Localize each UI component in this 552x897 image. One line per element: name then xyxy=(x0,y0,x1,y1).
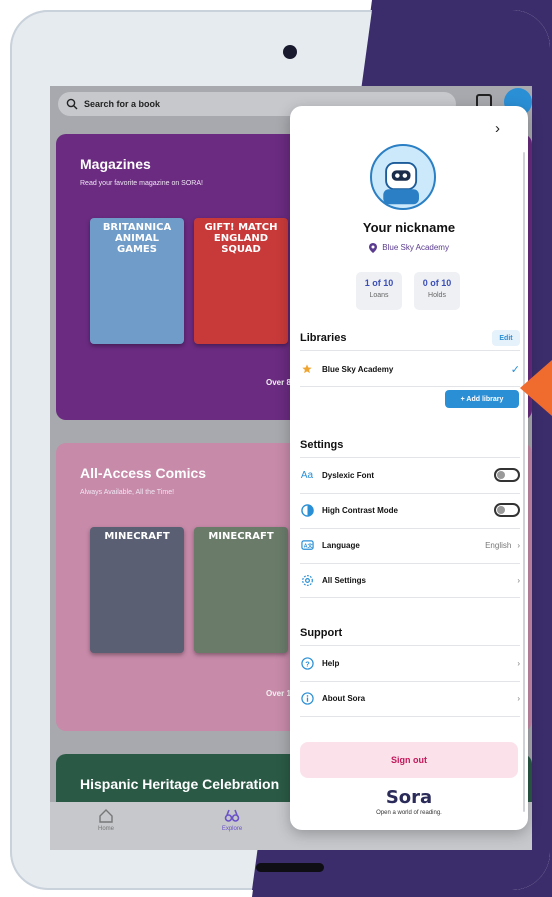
checkmark-icon: ✓ xyxy=(510,363,520,376)
location-pin-icon xyxy=(369,243,378,253)
library-item-name: Blue Sky Academy xyxy=(322,364,394,374)
add-library-button[interactable]: + Add library xyxy=(445,390,519,408)
libraries-heading: Libraries xyxy=(300,332,347,344)
home-indicator[interactable] xyxy=(256,863,324,872)
chevron-right-icon: › xyxy=(517,658,520,668)
search-placeholder: Search for a book xyxy=(84,99,161,109)
sora-logo: Sora xyxy=(385,787,433,808)
library-item[interactable]: Blue Sky Academy ✓ xyxy=(300,352,520,386)
language-value: English xyxy=(485,540,512,550)
loans-stat[interactable]: 1 of 10 Loans xyxy=(356,272,402,310)
magazine-cover[interactable]: BRITANNICA ANIMAL GAMES xyxy=(90,218,184,344)
tablet-frame: Search for a book Magazines Read your fa… xyxy=(10,10,550,890)
nickname[interactable]: Your nickname xyxy=(290,220,528,235)
home-library: Blue Sky Academy xyxy=(290,243,528,253)
about-sora-row[interactable]: About Sora › xyxy=(300,681,520,715)
help-icon: ? xyxy=(300,656,314,670)
holds-stat[interactable]: 0 of 10 Holds xyxy=(414,272,460,310)
high-contrast-toggle[interactable] xyxy=(494,503,520,517)
magazine-cover[interactable]: GIFT! MATCH ENGLAND SQUAD xyxy=(194,218,288,344)
tab-home[interactable]: Home xyxy=(76,808,136,832)
card-subtitle: Read your favorite magazine on SORA! xyxy=(80,180,203,187)
chevron-right-icon: › xyxy=(517,575,520,585)
home-icon xyxy=(99,809,113,823)
svg-text:?: ? xyxy=(305,659,310,668)
comic-cover[interactable]: MINECRAFT xyxy=(90,527,184,653)
card-title: Magazines xyxy=(80,156,151,172)
svg-text:A文: A文 xyxy=(303,542,313,549)
info-icon xyxy=(300,691,314,705)
card-title: Hispanic Heritage Celebration xyxy=(80,776,280,792)
language-setting[interactable]: A文 Language English › xyxy=(300,528,520,562)
binoculars-icon xyxy=(224,809,240,822)
language-icon: A文 xyxy=(300,538,314,552)
search-icon xyxy=(66,98,78,110)
comic-cover[interactable]: MINECRAFT xyxy=(194,527,288,653)
help-row[interactable]: ? Help › xyxy=(300,646,520,680)
chevron-right-icon: › xyxy=(517,540,520,550)
account-menu-panel: › Your nickname Blue Sky Academy 1 of 10… xyxy=(290,106,528,830)
pointer-arrow-icon xyxy=(520,360,552,416)
robot-avatar-icon xyxy=(383,161,419,205)
avatar[interactable] xyxy=(370,144,436,210)
contrast-icon xyxy=(300,503,314,517)
high-contrast-setting[interactable]: High Contrast Mode xyxy=(300,493,520,527)
card-subtitle: Always Available, All the Time! xyxy=(80,489,175,496)
dyslexic-font-toggle[interactable] xyxy=(494,468,520,482)
sign-out-button[interactable]: Sign out xyxy=(300,742,518,778)
support-heading: Support xyxy=(300,627,343,639)
chevron-right-icon: › xyxy=(517,693,520,703)
camera-dot xyxy=(283,45,297,59)
tagline: Open a world of reading. xyxy=(376,810,442,816)
star-icon xyxy=(300,362,314,376)
tab-explore[interactable]: Explore xyxy=(202,808,262,832)
dyslexic-font-setting[interactable]: Aa Dyslexic Font xyxy=(300,458,520,492)
settings-heading: Settings xyxy=(300,439,344,451)
edit-libraries-button[interactable]: Edit xyxy=(492,330,520,346)
font-icon: Aa xyxy=(300,469,314,481)
card-title: All-Access Comics xyxy=(80,465,207,481)
gear-icon xyxy=(300,573,314,587)
close-chevron-icon[interactable]: › xyxy=(495,120,500,137)
all-settings-row[interactable]: All Settings › xyxy=(300,563,520,597)
